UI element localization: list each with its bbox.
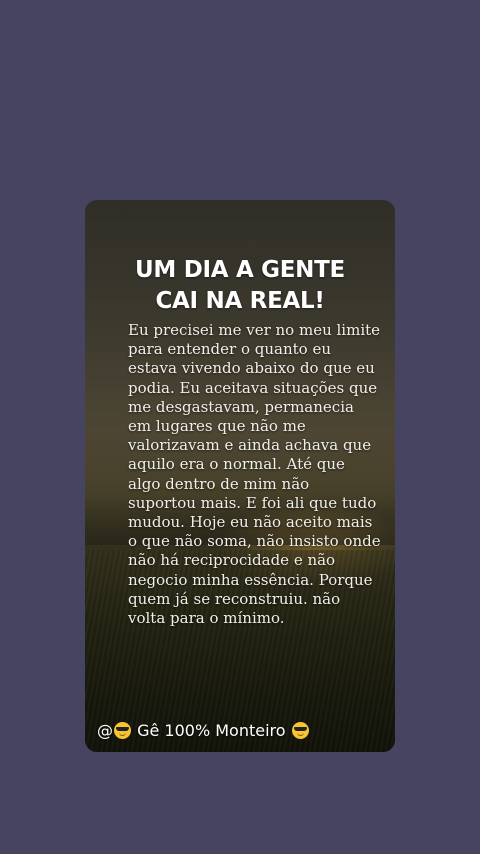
quote-line: estava vivendo abaixo do que eu bbox=[128, 359, 375, 378]
quote-card: UM DIA A GENTE CAI NA REAL! Eu precisei … bbox=[85, 200, 395, 752]
quote-line: suportou mais. E foi ali que tudo bbox=[128, 493, 377, 512]
quote-title-line-2: CAI NA REAL! bbox=[155, 288, 325, 314]
sunglasses-emoji-icon bbox=[291, 722, 309, 739]
quote-title-line-1: UM DIA A GENTE bbox=[135, 257, 345, 283]
sunglasses-emoji-icon bbox=[114, 722, 131, 739]
quote-body: Eu precisei me ver no meu limite para en… bbox=[128, 321, 381, 628]
quote-line: volta para o mínimo. bbox=[128, 609, 285, 628]
quote-line: podia. Eu aceitava situações que bbox=[128, 378, 378, 397]
author-at-sign: @ bbox=[97, 721, 113, 740]
quote-line: Eu precisei me ver no meu limite bbox=[128, 321, 381, 339]
quote-line: mudou. Hoje eu não aceito mais bbox=[128, 513, 373, 532]
quote-line: para entender o quanto eu bbox=[128, 340, 331, 359]
author-name: Gê 100% Monteiro bbox=[137, 721, 286, 740]
quote-line: aquilo era o normal. Até que bbox=[128, 455, 345, 474]
quote-title: UM DIA A GENTE CAI NA REAL! bbox=[85, 255, 395, 317]
quote-line: negocio minha essência. Porque bbox=[128, 570, 373, 589]
quote-line: não há reciprocidade e não bbox=[128, 551, 336, 570]
quote-line: quem já se reconstruiu. não bbox=[128, 589, 341, 608]
quote-line: algo dentro de mim não bbox=[128, 474, 310, 493]
quote-line: o que não soma, não insisto onde bbox=[128, 532, 381, 551]
quote-line: me desgastavam, permanecia bbox=[128, 397, 354, 416]
story-screen: UM DIA A GENTE CAI NA REAL! Eu precisei … bbox=[0, 0, 480, 854]
author-handle[interactable]: @ Gê 100% Monteiro bbox=[97, 720, 310, 742]
quote-line: em lugares que não me bbox=[128, 417, 306, 436]
quote-line: valorizavam e ainda achava que bbox=[128, 436, 372, 455]
